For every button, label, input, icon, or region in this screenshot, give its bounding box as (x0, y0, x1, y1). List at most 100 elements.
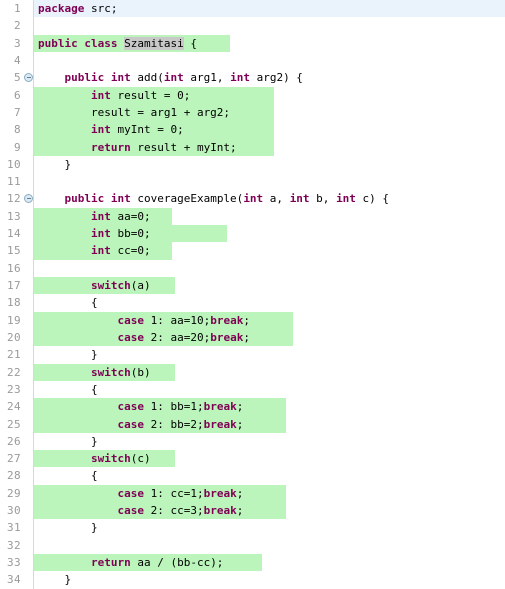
code-token: 1: aa=10; (143, 313, 211, 327)
code-line[interactable]: } (34, 346, 505, 363)
gutter-row[interactable]: 34 (0, 571, 33, 588)
gutter-row[interactable]: 8 (0, 121, 33, 138)
line-number: 18 (6, 296, 21, 310)
gutter-row[interactable]: 26 (0, 433, 33, 450)
gutter-row[interactable]: 11 (0, 173, 33, 190)
code-line[interactable]: int myInt = 0; (34, 121, 505, 139)
code-line[interactable] (34, 17, 505, 34)
code-line[interactable]: } (34, 156, 505, 173)
code-line[interactable]: } (34, 571, 505, 588)
gutter-row[interactable]: 15 (0, 242, 33, 259)
code-token: { (38, 296, 98, 310)
keyword-token: case (38, 417, 144, 431)
gutter-row[interactable]: 22 (0, 364, 33, 381)
gutter-row[interactable]: 6 (0, 87, 33, 104)
code-line[interactable]: int cc=0; (34, 242, 505, 260)
code-editor[interactable]: 1 2 3 4 5 6 7 8 9 10 11 12 13 14 15 16 17 18 19 20 21 22 23 24 2… (0, 0, 505, 589)
code-line[interactable]: { (34, 381, 505, 398)
gutter-row[interactable]: 10 (0, 156, 33, 173)
code-line[interactable]: { (34, 467, 505, 484)
code-line[interactable]: case 2: aa=20;break; (34, 328, 505, 347)
gutter-row[interactable]: 14 (0, 225, 33, 242)
code-line[interactable] (34, 52, 505, 69)
code-line[interactable] (34, 537, 505, 554)
gutter-row[interactable]: 4 (0, 52, 33, 69)
gutter-row[interactable]: 3 (0, 35, 33, 52)
code-token: coverageExample( (137, 192, 244, 206)
gutter-row[interactable]: 13 (0, 208, 33, 225)
gutter-row[interactable]: 33 (0, 554, 33, 571)
gutter-row[interactable]: 24 (0, 398, 33, 415)
code-token: src; (84, 2, 118, 15)
line-number: 16 (6, 261, 21, 275)
code-line[interactable]: case 2: bb=2;break; (34, 415, 505, 433)
code-line[interactable]: case 1: bb=1;break; (34, 398, 505, 416)
gutter-row[interactable]: 21 (0, 346, 33, 363)
code-line[interactable]: return aa / (bb-cc); (34, 554, 505, 572)
collapse-minus-circle-icon[interactable] (24, 73, 33, 83)
code-line[interactable]: switch(a) (34, 277, 505, 295)
code-token: result = 0; (110, 88, 191, 102)
code-line-text: package src; (38, 2, 117, 15)
gutter-row[interactable]: 7 (0, 104, 33, 121)
keyword-token: int (38, 123, 111, 137)
keyword-token: case (38, 400, 144, 414)
gutter-row[interactable]: 18 (0, 294, 33, 311)
keyword-token: int (336, 192, 356, 206)
editor-gutter[interactable]: 1 2 3 4 5 6 7 8 9 10 11 12 13 14 15 16 17 18 19 20 21 22 23 24 2… (0, 0, 34, 589)
line-number: 34 (6, 573, 21, 587)
line-number: 23 (6, 382, 21, 396)
gutter-row[interactable]: 23 (0, 381, 33, 398)
gutter-row[interactable]: 30 (0, 502, 33, 519)
code-line[interactable]: result = arg1 + arg2; (34, 103, 505, 122)
gutter-row[interactable]: 1 (0, 0, 33, 17)
code-token: } (38, 521, 98, 535)
code-line[interactable]: case 1: cc=1;break; (34, 484, 505, 503)
keyword-token: public int (38, 71, 138, 85)
gutter-row[interactable]: 20 (0, 329, 33, 346)
code-line[interactable]: return result + myInt; (34, 138, 505, 156)
gutter-row[interactable]: 27 (0, 450, 33, 467)
code-line[interactable]: public int coverageExample(int a, int b,… (34, 190, 505, 207)
gutter-row[interactable]: 9 (0, 139, 33, 156)
code-line[interactable]: } (34, 519, 505, 536)
code-line[interactable]: { (34, 294, 505, 311)
gutter-row[interactable]: 19 (0, 312, 33, 329)
gutter-row[interactable]: 16 (0, 260, 33, 277)
code-line[interactable]: public class Szamitasi { (34, 34, 505, 52)
code-token: { (38, 469, 98, 483)
code-line-text: switch(a) (38, 279, 151, 292)
collapse-minus-circle-icon[interactable] (24, 194, 33, 204)
gutter-row[interactable]: 5 (0, 69, 33, 86)
keyword-token: break (203, 504, 237, 518)
line-number: 6 (13, 88, 21, 102)
code-line-text: return result + myInt; (38, 141, 237, 154)
gutter-row[interactable]: 28 (0, 467, 33, 484)
code-line[interactable]: int aa=0; (34, 207, 505, 226)
code-line[interactable]: case 1: aa=10;break; (34, 311, 505, 329)
keyword-token: int (38, 244, 111, 258)
code-line[interactable]: } (34, 433, 505, 450)
gutter-row[interactable]: 25 (0, 416, 33, 433)
gutter-row[interactable]: 31 (0, 519, 33, 536)
code-line-text: result = arg1 + arg2; (38, 106, 230, 119)
code-line[interactable]: int bb=0; (34, 225, 505, 243)
code-line[interactable]: package src; (0, 0, 505, 18)
code-line[interactable]: int result = 0; (34, 86, 505, 104)
gutter-row[interactable]: 17 (0, 277, 33, 294)
gutter-row[interactable]: 32 (0, 537, 33, 554)
editor-code-area[interactable]: package src; public class Szamitasi { pub… (0, 0, 505, 589)
keyword-token: case (38, 486, 144, 500)
code-line[interactable] (34, 173, 505, 190)
code-line[interactable]: switch(b) (34, 363, 505, 381)
selected-token: Szamitasi (124, 36, 184, 50)
gutter-row[interactable]: 2 (0, 17, 33, 34)
line-number: 29 (6, 486, 21, 500)
code-line[interactable]: public int add(int arg1, int arg2) { (34, 69, 505, 86)
code-line[interactable] (34, 260, 505, 277)
code-line[interactable]: switch(c) (34, 450, 505, 468)
code-line[interactable]: case 2: cc=3;break; (34, 502, 505, 520)
gutter-row[interactable]: 29 (0, 485, 33, 502)
gutter-row[interactable]: 12 (0, 190, 33, 207)
code-line-text: return aa / (bb-cc); (38, 556, 223, 569)
